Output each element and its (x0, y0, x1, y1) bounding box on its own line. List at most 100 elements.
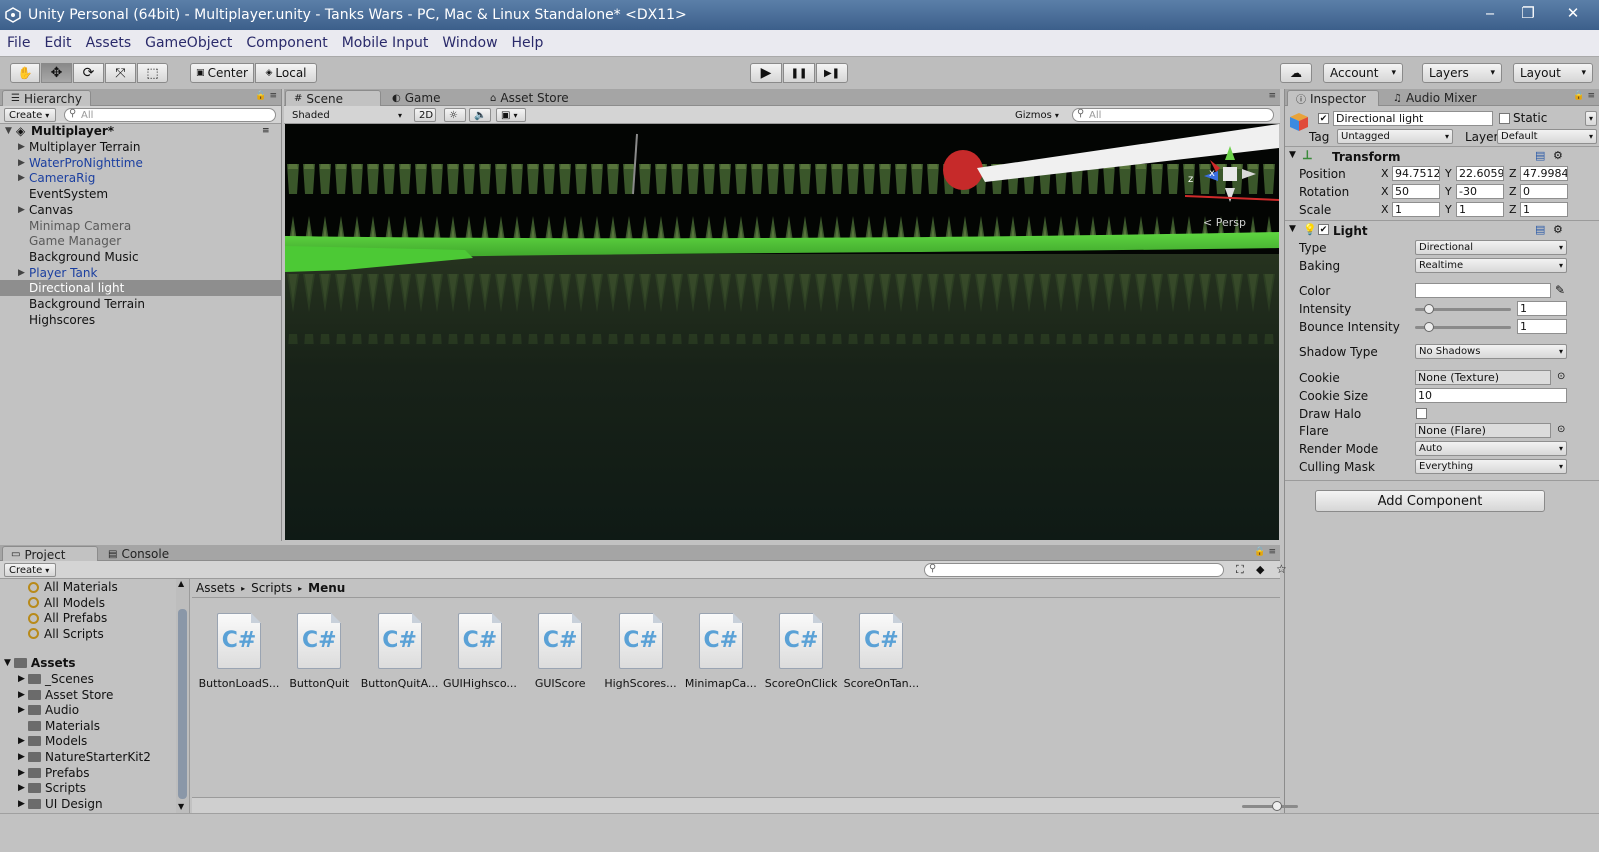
minimize-button[interactable]: ‒ (1471, 0, 1509, 26)
space-local-toggle[interactable]: ◈ Local (255, 63, 317, 83)
expand-arrow-icon[interactable]: ▶ (18, 705, 28, 715)
cookie-size-field[interactable]: 10 (1415, 388, 1567, 403)
collab-cloud-button[interactable]: ☁ (1280, 63, 1312, 83)
rotate-tool-button[interactable]: ⟳ (73, 63, 104, 83)
assets-root-row[interactable]: ▼ Assets (4, 655, 76, 671)
tab-hierarchy[interactable]: ☰ Hierarchy (2, 90, 91, 106)
tab-audio-mixer[interactable]: ♫ Audio Mixer (1385, 90, 1485, 106)
folder-item[interactable]: ▶ _Scenes (18, 671, 94, 687)
scale-tool-button[interactable]: ⤧ (105, 63, 136, 83)
scale-x-field[interactable]: 1 (1392, 202, 1440, 217)
object-picker-icon[interactable]: ⊙ (1557, 424, 1565, 435)
tree-scrollbar-thumb[interactable] (178, 609, 187, 799)
render-mode-dropdown[interactable]: Auto (1415, 441, 1567, 456)
hierarchy-item[interactable]: ▶ WaterProNighttime (0, 155, 281, 171)
scroll-up-icon[interactable]: ▲ (178, 579, 184, 588)
script-asset[interactable]: C# ScoreOnTan... (840, 613, 922, 693)
script-asset[interactable]: C# MinimapCa... (680, 613, 762, 693)
rotation-x-field[interactable]: 50 (1392, 184, 1440, 199)
tab-inspector[interactable]: ⓘ Inspector (1287, 90, 1379, 106)
scene-search-input[interactable]: All (1072, 108, 1274, 122)
folder-item[interactable]: ▶ UI Design (18, 796, 103, 812)
hierarchy-item[interactable]: Highscores (0, 312, 281, 328)
expand-arrow-icon[interactable]: ▶ (18, 268, 25, 278)
intensity-field[interactable]: 1 (1517, 301, 1567, 316)
tab-asset-store[interactable]: ⌂ Asset Store (482, 90, 577, 106)
tab-project[interactable]: ▭ Project (2, 546, 98, 562)
expand-arrow-icon[interactable]: ▶ (18, 736, 28, 746)
layer-dropdown[interactable]: Default (1497, 129, 1597, 144)
position-z-field[interactable]: 47.9984 (1520, 166, 1568, 181)
scene-audio-toggle[interactable]: 🔈 (469, 108, 491, 122)
favorite-item[interactable]: All Materials (28, 579, 118, 595)
pause-button[interactable]: ❚❚ (783, 63, 815, 83)
expand-arrow-icon[interactable]: ▶ (18, 690, 28, 700)
position-y-field[interactable]: 22.6059 (1456, 166, 1504, 181)
icon-size-slider-handle[interactable] (1272, 801, 1282, 811)
favorite-item[interactable]: All Models (28, 595, 105, 611)
folder-item[interactable]: ▶ Scripts (18, 780, 86, 796)
scene-lighting-toggle[interactable]: ☼ (444, 108, 466, 122)
expand-arrow-icon[interactable]: ▶ (18, 674, 28, 684)
light-baking-dropdown[interactable]: Realtime (1415, 258, 1567, 273)
expand-arrow-icon[interactable]: ▼ (1289, 224, 1296, 234)
intensity-slider-handle[interactable] (1424, 304, 1434, 314)
scroll-down-icon[interactable]: ▼ (178, 802, 184, 811)
expand-arrow-icon[interactable]: ▶ (18, 142, 25, 152)
hierarchy-create-button[interactable]: Create ▾ (4, 108, 56, 122)
hierarchy-item[interactable]: Background Terrain (0, 296, 281, 312)
expand-arrow-icon[interactable]: ▶ (18, 768, 28, 778)
tab-console[interactable]: ▤ Console (100, 546, 177, 562)
projection-persp-label[interactable]: < Persp (1203, 216, 1246, 229)
expand-arrow-icon[interactable]: ▶ (18, 158, 25, 168)
script-asset[interactable]: C# GUIScore (519, 613, 601, 693)
play-button[interactable]: ▶ (750, 63, 782, 83)
folder-item[interactable]: ▶ NatureStarterKit2 (18, 749, 151, 765)
help-book-icon[interactable]: ▤ (1535, 223, 1545, 236)
help-book-icon[interactable]: ▤ (1535, 149, 1545, 162)
step-button[interactable]: ▶❚ (816, 63, 848, 83)
hierarchy-item[interactable]: Directional light (0, 280, 281, 297)
script-asset[interactable]: C# ButtonQuitA... (359, 613, 441, 693)
flare-object-field[interactable]: None (Flare) (1415, 423, 1551, 438)
menu-file[interactable]: File (0, 35, 37, 51)
mode-2d-toggle[interactable]: 2D (414, 108, 436, 122)
expand-arrow-icon[interactable]: ▼ (4, 658, 11, 668)
rect-tool-button[interactable]: ⬚ (137, 63, 168, 83)
shading-mode-dropdown[interactable]: Shaded ▾ (288, 108, 406, 122)
hand-tool-button[interactable]: ✋ (10, 63, 40, 83)
favorite-item[interactable]: All Prefabs (28, 610, 107, 626)
expand-arrow-icon[interactable]: ▶ (18, 173, 25, 183)
expand-arrow-icon[interactable]: ▶ (18, 783, 28, 793)
hierarchy-item[interactable]: Minimap Camera (0, 218, 281, 234)
maximize-button[interactable]: ❐ (1509, 0, 1547, 26)
move-tool-button[interactable]: ✥ (41, 63, 72, 83)
expand-arrow-icon[interactable]: ▼ (1289, 150, 1296, 160)
tab-game[interactable]: ◐ Game (384, 90, 448, 106)
close-button[interactable]: ✕ (1547, 0, 1599, 26)
add-component-button[interactable]: Add Component (1315, 490, 1545, 512)
tree-scrollbar[interactable]: ▲ ▼ (176, 579, 189, 813)
rotation-y-field[interactable]: -30 (1456, 184, 1504, 199)
hierarchy-item[interactable]: ▶ Player Tank (0, 265, 281, 281)
expand-arrow-icon[interactable]: ▼ (5, 126, 12, 136)
bounce-field[interactable]: 1 (1517, 319, 1567, 334)
folder-item[interactable]: ▶ Asset Store (18, 687, 113, 703)
scale-z-field[interactable]: 1 (1520, 202, 1568, 217)
transform-component-header[interactable]: ▼ ⟂ Transform ▤ ⚙ (1285, 146, 1599, 166)
gear-icon[interactable]: ⚙ (1553, 149, 1563, 162)
folder-item[interactable]: ▶ Audio (18, 702, 79, 718)
layers-dropdown[interactable]: Layers (1422, 63, 1502, 83)
panel-lock-menu-icon[interactable]: 🔒 ≡ (255, 91, 277, 101)
scene-menu-icon[interactable]: ≡ (262, 126, 270, 136)
tag-dropdown[interactable]: Untagged (1337, 129, 1453, 144)
menu-mobile-input[interactable]: Mobile Input (335, 35, 436, 51)
hierarchy-item[interactable]: Background Music (0, 249, 281, 265)
gizmos-dropdown[interactable]: Gizmos ▾ (1011, 108, 1065, 122)
hierarchy-item[interactable]: ▶ CameraRig (0, 170, 281, 186)
hierarchy-item[interactable]: ▶ Multiplayer Terrain (0, 139, 281, 155)
object-picker-icon[interactable]: ⊙ (1557, 371, 1565, 382)
shadow-type-dropdown[interactable]: No Shadows (1415, 344, 1567, 359)
menu-edit[interactable]: Edit (37, 35, 78, 51)
script-asset[interactable]: C# HighScores... (600, 613, 682, 693)
